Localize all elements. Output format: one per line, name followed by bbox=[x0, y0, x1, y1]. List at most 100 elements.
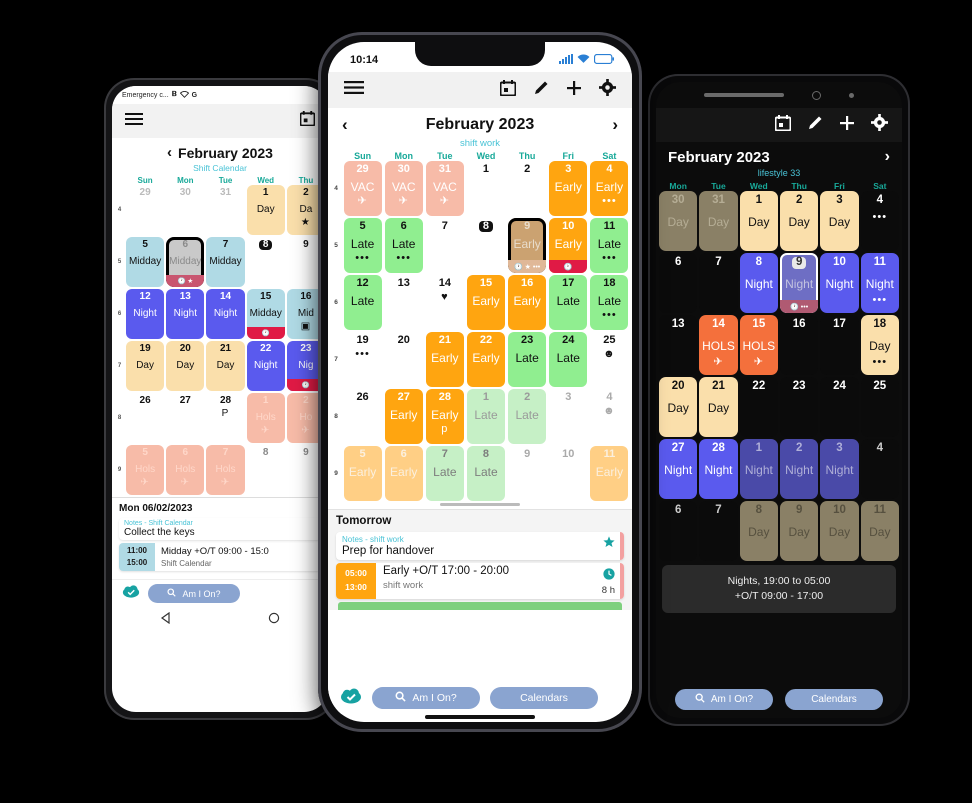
calendar-icon[interactable] bbox=[774, 114, 792, 136]
calendar-day-cell[interactable]: 28 Night bbox=[699, 439, 738, 499]
calendar-day-cell[interactable]: 7 bbox=[699, 253, 738, 313]
calendar-day-cell[interactable]: 25 bbox=[860, 377, 899, 437]
calendar-day-cell[interactable]: 29 bbox=[126, 185, 165, 235]
calendar-day-cell[interactable]: 28 P bbox=[206, 393, 245, 443]
calendar-day-cell[interactable]: 20 bbox=[384, 332, 423, 387]
calendar-day-cell[interactable]: 3 Night bbox=[820, 439, 859, 499]
calendar-day-cell[interactable]: 2 Day bbox=[779, 191, 819, 251]
calendar-day-cell[interactable]: 3 Day bbox=[820, 191, 859, 251]
left-event-card[interactable]: 11:00 15:00 Midday +O/T 09:00 - 15:0 Shi… bbox=[119, 543, 321, 571]
calendar-day-cell[interactable]: 6 Hols ✈ bbox=[166, 445, 205, 495]
calendar-day-cell[interactable]: 2 bbox=[508, 161, 547, 216]
calendar-day-cell[interactable]: 11 Late ••• bbox=[590, 218, 629, 273]
calendar-day-cell[interactable]: 10 bbox=[549, 446, 588, 501]
calendar-day-cell[interactable]: 14 ♥ bbox=[425, 275, 464, 330]
calendar-day-cell[interactable]: 7 Late bbox=[425, 446, 464, 501]
calendar-day-cell[interactable]: 6 Early bbox=[384, 446, 423, 501]
calendar-day-cell[interactable]: 30 Day bbox=[659, 191, 698, 251]
calendar-day-cell[interactable]: 28 Early p bbox=[425, 389, 464, 444]
right-calendar-grid[interactable]: Mon Tue Wed Thu Fri Sat 30 Day 31 Day 1 Day 2 D… bbox=[656, 178, 902, 561]
left-calendar-grid[interactable]: Sun Mon Tue Wed Thu 4 29 30 31 1 Day 2 Da ★ 5 5 Mid… bbox=[112, 173, 328, 495]
calendar-day-cell[interactable]: 8 Day bbox=[739, 501, 778, 561]
calendar-day-cell[interactable]: 27 Night bbox=[659, 439, 698, 499]
calendar-day-cell[interactable]: 5 Late ••• bbox=[343, 218, 382, 273]
calendar-day-cell[interactable]: 24 Late bbox=[549, 332, 588, 387]
gear-icon[interactable] bbox=[599, 79, 616, 101]
calendar-day-cell[interactable]: 12 Late bbox=[343, 275, 382, 330]
calendar-day-cell[interactable]: 31 bbox=[206, 185, 245, 235]
calendar-day-cell[interactable]: 7 bbox=[699, 501, 738, 561]
calendar-day-cell[interactable]: 10 Night bbox=[820, 253, 859, 313]
calendar-day-cell[interactable]: 6 Midday 🕐 ★ bbox=[166, 237, 205, 287]
calendar-day-cell[interactable]: 1 Late bbox=[466, 389, 506, 444]
calendar-day-cell[interactable]: 3 bbox=[549, 389, 588, 444]
calendar-day-cell[interactable]: 4 ••• bbox=[860, 191, 899, 251]
calendar-day-cell[interactable]: 13 bbox=[659, 315, 698, 375]
calendar-day-cell[interactable]: 2 Late bbox=[508, 389, 547, 444]
calendar-day-cell[interactable]: 31 VAC ✈ bbox=[425, 161, 464, 216]
calendar-day-cell[interactable]: 11 Early bbox=[590, 446, 629, 501]
calendar-day-cell[interactable]: 26 bbox=[343, 389, 382, 444]
pencil-icon[interactable] bbox=[807, 115, 823, 136]
calendar-day-cell[interactable]: 13 Night bbox=[166, 289, 205, 339]
calendar-day-cell[interactable]: 15 Midday 🕐 bbox=[246, 289, 285, 339]
calendar-day-cell[interactable]: 14 HOLS ✈ bbox=[699, 315, 738, 375]
center-calendars-button[interactable]: Calendars bbox=[490, 687, 598, 709]
center-next-event-peek[interactable] bbox=[338, 602, 622, 610]
plus-icon[interactable] bbox=[839, 115, 855, 136]
calendar-day-cell[interactable]: 8 Late bbox=[466, 446, 506, 501]
calendar-day-cell[interactable]: 17 Late bbox=[549, 275, 588, 330]
calendar-day-cell[interactable]: 4 bbox=[860, 439, 899, 499]
cloud-check-icon[interactable] bbox=[122, 584, 140, 603]
calendar-day-cell[interactable]: 13 bbox=[384, 275, 423, 330]
center-am-i-on-button[interactable]: Am I On? bbox=[372, 687, 480, 709]
calendar-day-cell[interactable]: 22 Early bbox=[466, 332, 506, 387]
chevron-right-icon[interactable]: › bbox=[885, 148, 890, 166]
cloud-check-icon[interactable] bbox=[340, 688, 362, 709]
calendar-day-cell[interactable]: 15 HOLS ✈ bbox=[739, 315, 778, 375]
calendar-day-cell[interactable]: 30 bbox=[166, 185, 205, 235]
calendar-day-cell[interactable]: 11 Day bbox=[860, 501, 899, 561]
calendar-day-cell[interactable]: 24 bbox=[820, 377, 859, 437]
calendar-day-cell[interactable]: 30 VAC ✈ bbox=[384, 161, 423, 216]
calendar-day-cell[interactable]: 27 Early bbox=[384, 389, 423, 444]
calendar-day-cell[interactable]: 21 Early bbox=[425, 332, 464, 387]
calendar-day-cell[interactable]: 6 Late ••• bbox=[384, 218, 423, 273]
calendar-day-cell[interactable]: 7 bbox=[425, 218, 464, 273]
calendar-day-cell[interactable]: 31 Day bbox=[699, 191, 738, 251]
calendar-day-cell[interactable]: 1 bbox=[466, 161, 506, 216]
calendar-day-cell[interactable]: 10 Early 🕐 bbox=[549, 218, 588, 273]
calendar-day-cell[interactable]: 27 bbox=[166, 393, 205, 443]
calendar-day-cell[interactable]: 1 Night bbox=[739, 439, 778, 499]
calendar-day-cell[interactable]: 3 Early bbox=[549, 161, 588, 216]
center-note-card[interactable]: Notes - shift work Prep for handover bbox=[336, 532, 624, 560]
calendar-day-cell[interactable]: 8 bbox=[246, 237, 285, 287]
right-calendars-button[interactable]: Calendars bbox=[785, 688, 883, 710]
calendar-day-cell[interactable]: 5 Hols ✈ bbox=[126, 445, 165, 495]
back-triangle-icon[interactable] bbox=[160, 611, 172, 629]
calendar-day-cell[interactable]: 22 bbox=[739, 377, 778, 437]
calendar-day-cell[interactable]: 4 ☻ bbox=[590, 389, 629, 444]
calendar-day-cell[interactable]: 1 Day bbox=[246, 185, 285, 235]
hamburger-menu-icon[interactable] bbox=[344, 80, 364, 100]
center-event-card[interactable]: 05:00 13:00 Early +O/T 17:00 - 20:00 shi… bbox=[336, 563, 624, 599]
calendar-day-cell[interactable]: 22 Night bbox=[246, 341, 285, 391]
calendar-day-cell[interactable]: 8 bbox=[246, 445, 285, 495]
calendar-day-cell[interactable]: 14 Night bbox=[206, 289, 245, 339]
calendar-icon[interactable] bbox=[299, 111, 316, 131]
hamburger-menu-icon[interactable] bbox=[125, 112, 143, 131]
calendar-day-cell[interactable]: 17 bbox=[820, 315, 859, 375]
calendar-day-cell[interactable]: 18 Day ••• bbox=[860, 315, 899, 375]
calendar-day-cell[interactable]: 23 bbox=[779, 377, 819, 437]
calendar-day-cell[interactable]: 25 ☻ bbox=[590, 332, 629, 387]
calendar-day-cell[interactable]: 5 Early bbox=[343, 446, 382, 501]
chevron-right-icon[interactable]: › bbox=[612, 115, 618, 135]
calendar-day-cell[interactable]: 5 Midday bbox=[126, 237, 165, 287]
calendar-day-cell[interactable]: 8 Night bbox=[739, 253, 778, 313]
calendar-day-cell[interactable]: 7 Hols ✈ bbox=[206, 445, 245, 495]
calendar-day-cell[interactable]: 1 Day bbox=[739, 191, 778, 251]
calendar-day-cell[interactable]: 21 Day bbox=[206, 341, 245, 391]
home-circle-icon[interactable] bbox=[268, 611, 280, 629]
calendar-day-cell[interactable]: 2 Night bbox=[779, 439, 819, 499]
calendar-day-cell[interactable]: 6 bbox=[659, 501, 698, 561]
